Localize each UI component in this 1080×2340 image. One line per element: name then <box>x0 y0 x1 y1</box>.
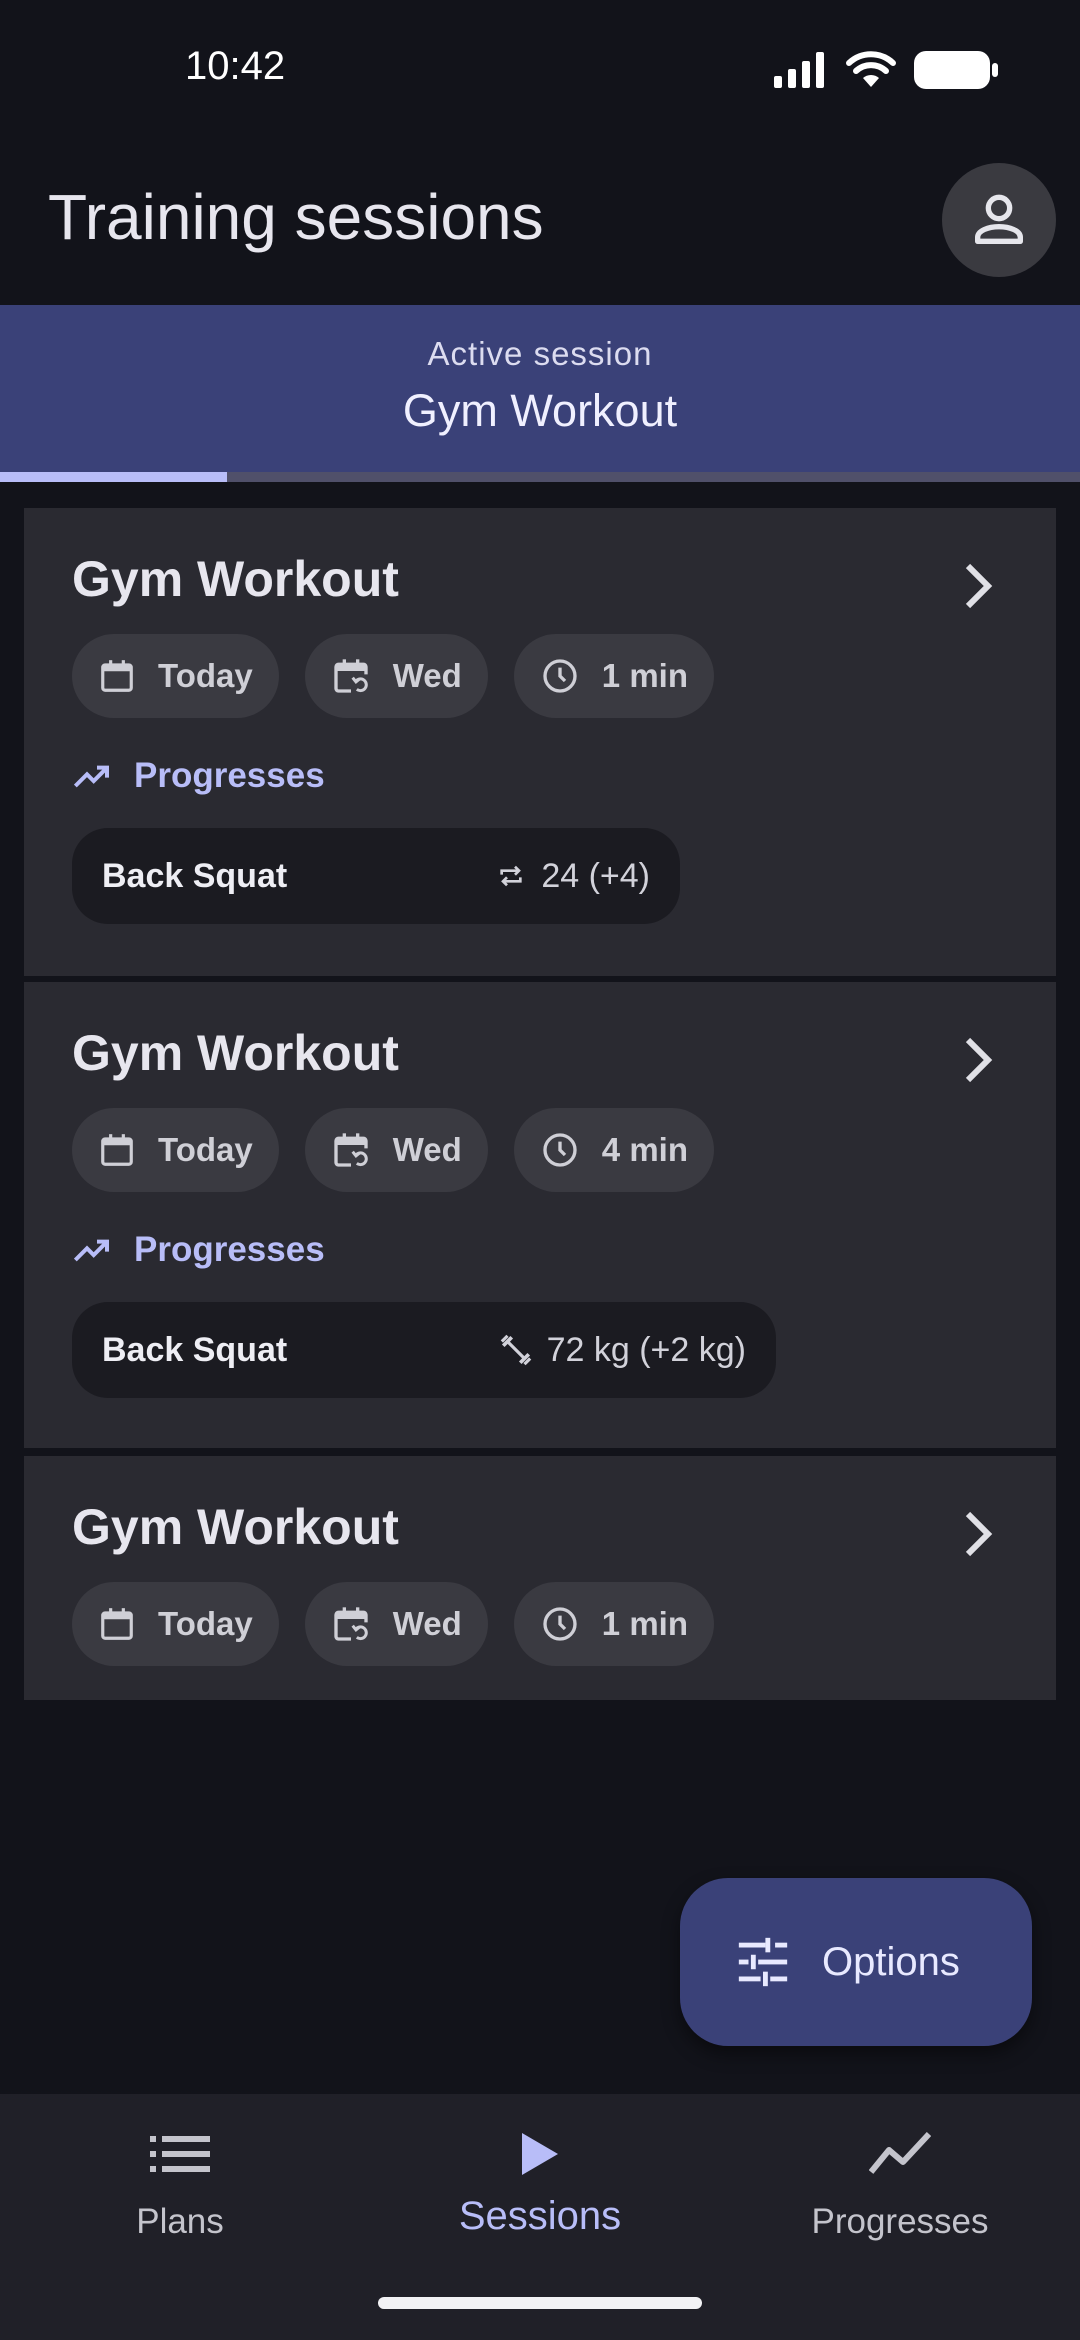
date-chip: Today <box>72 1108 279 1192</box>
progresses-heading-label: Progresses <box>134 1230 325 1269</box>
chevron-right-icon <box>965 1037 993 1083</box>
options-fab[interactable]: Options <box>680 1878 1032 2046</box>
chevron-right-icon <box>965 1511 993 1557</box>
progresses-heading: Progresses <box>72 756 325 796</box>
battery-icon <box>914 51 998 89</box>
status-icons <box>774 50 998 90</box>
progress-exercise: Back Squat <box>102 856 288 895</box>
day-chip: Wed <box>304 1108 488 1192</box>
active-session-progress <box>0 472 1080 482</box>
day-chip-label: Wed <box>392 1131 462 1168</box>
clock-icon <box>543 1607 577 1641</box>
day-chip: Wed <box>304 634 488 718</box>
play-icon <box>522 2133 558 2175</box>
nav-label-progresses: Progresses <box>811 2202 989 2241</box>
active-session-banner[interactable]: Active session Gym Workout <box>0 305 1080 482</box>
active-session-progress-fill <box>0 472 227 482</box>
trend-icon <box>869 2132 931 2174</box>
calendar-icon <box>101 660 133 692</box>
nav-item-plans[interactable]: Plans <box>0 2094 360 2294</box>
clock-icon <box>543 659 577 693</box>
status-bar: 10:42 <box>0 0 1080 140</box>
duration-chip-label: 4 min <box>601 1131 688 1168</box>
page-title: Training sessions <box>48 181 544 253</box>
account-avatar-button[interactable] <box>942 163 1056 277</box>
options-fab-label: Options <box>822 1939 960 1984</box>
session-chips: Today Wed 1 min <box>72 1582 714 1666</box>
trending-up-icon <box>73 1239 109 1262</box>
duration-chip-label: 1 min <box>601 1605 688 1642</box>
weight-icon <box>500 1334 531 1366</box>
status-time: 10:42 <box>185 44 286 88</box>
progresses-heading: Progresses <box>72 1230 325 1270</box>
session-title: Gym Workout <box>72 551 399 607</box>
repeat-icon <box>500 865 522 887</box>
date-chip: Today <box>72 1582 279 1666</box>
active-session-label: Active session <box>427 335 653 372</box>
home-indicator[interactable] <box>378 2297 702 2309</box>
session-card[interactable]: Gym Workout Today Wed 4 min Progresses B… <box>24 982 1056 1448</box>
day-chip-label: Wed <box>392 657 462 694</box>
nav-item-sessions[interactable]: Sessions <box>360 2094 720 2294</box>
duration-chip-label: 1 min <box>601 657 688 694</box>
progress-item[interactable]: Back Squat 24 (+4) <box>72 828 680 924</box>
nav-label-plans: Plans <box>136 2202 224 2241</box>
progress-value-group: 72 kg (+2 kg) <box>499 1331 746 1370</box>
progress-exercise: Back Squat <box>102 1330 288 1369</box>
active-session-name: Gym Workout <box>402 385 678 436</box>
progress-value: 24 (+4) <box>541 856 650 895</box>
session-chips: Today Wed 1 min <box>72 634 714 718</box>
day-chip: Wed <box>304 1582 488 1666</box>
calendar-repeat-icon <box>334 1133 368 1167</box>
date-chip-label: Today <box>158 1605 253 1642</box>
clock-icon <box>543 1133 577 1167</box>
progress-value: 72 kg (+2 kg) <box>546 1330 746 1369</box>
duration-chip: 1 min <box>513 1582 714 1666</box>
duration-chip: 4 min <box>513 1108 714 1192</box>
calendar-repeat-icon <box>334 659 368 693</box>
session-title: Gym Workout <box>72 1499 399 1555</box>
session-card[interactable]: Gym Workout Today Wed 1 min Progresses B… <box>24 508 1056 976</box>
trending-up-icon <box>73 765 109 788</box>
person-icon <box>975 194 1023 244</box>
session-chips: Today Wed 4 min <box>72 1108 714 1192</box>
app-header: Training sessions <box>0 160 1080 300</box>
nav-item-progresses[interactable]: Progresses <box>720 2094 1080 2294</box>
progress-item[interactable]: Back Squat 72 kg (+2 kg) <box>72 1302 776 1398</box>
progress-value-group: 24 (+4) <box>495 857 650 896</box>
date-chip-label: Today <box>158 1131 253 1168</box>
progresses-heading-label: Progresses <box>134 756 325 795</box>
list-icon <box>150 2136 210 2172</box>
calendar-repeat-icon <box>334 1607 368 1641</box>
session-title: Gym Workout <box>72 1025 399 1081</box>
wifi-icon <box>846 51 896 87</box>
calendar-icon <box>101 1608 133 1640</box>
day-chip-label: Wed <box>392 1605 462 1642</box>
signal-icon <box>774 52 824 88</box>
date-chip-label: Today <box>158 657 253 694</box>
calendar-icon <box>101 1134 133 1166</box>
chevron-right-icon <box>965 563 993 609</box>
tune-icon <box>738 1937 788 1987</box>
date-chip: Today <box>72 634 279 718</box>
session-card[interactable]: Gym Workout Today Wed 1 min <box>24 1456 1056 1700</box>
duration-chip: 1 min <box>513 634 714 718</box>
nav-label-sessions: Sessions <box>458 2194 622 2238</box>
